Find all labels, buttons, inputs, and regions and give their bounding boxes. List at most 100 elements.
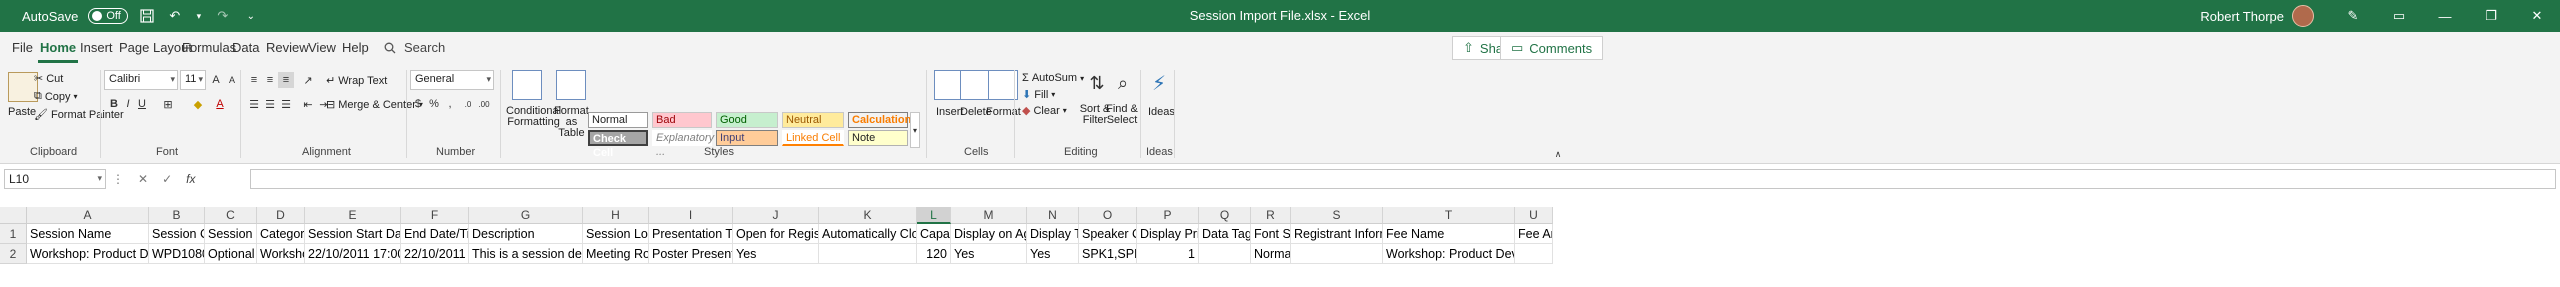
cell-i2[interactable]: Poster Presentation	[649, 244, 733, 264]
name-box[interactable]: L10 ▾	[4, 169, 106, 189]
row-header-2[interactable]: 2	[0, 244, 27, 264]
fill-button[interactable]: ⬇ Fill ▾	[1022, 88, 1055, 102]
decrease-font-icon[interactable]: A	[224, 72, 240, 88]
cell-r2[interactable]: Normal	[1251, 244, 1291, 264]
style-note[interactable]: Note	[848, 130, 908, 146]
align-bottom-icon[interactable]: ≡	[278, 72, 294, 88]
styles-scroll-icon[interactable]: ▾	[910, 112, 920, 148]
cell-i1[interactable]: Presentation Type	[649, 224, 733, 244]
close-icon[interactable]: ✕	[2514, 0, 2560, 32]
cell-s2[interactable]	[1291, 244, 1383, 264]
column-header-k[interactable]: K	[819, 207, 917, 224]
style-normal[interactable]: Normal	[588, 112, 648, 128]
cell-q2[interactable]	[1199, 244, 1251, 264]
increase-font-icon[interactable]: A	[208, 72, 224, 88]
column-header-d[interactable]: D	[257, 207, 305, 224]
cell-m2[interactable]: Yes	[951, 244, 1027, 264]
user-name[interactable]: Robert Thorpe	[2200, 9, 2284, 24]
format-as-table-icon[interactable]	[556, 70, 586, 100]
increase-decimal-icon[interactable]: .0	[460, 96, 476, 112]
column-header-q[interactable]: Q	[1199, 207, 1251, 224]
copy-button[interactable]: ⧉ Copy ▾	[34, 90, 78, 103]
style-bad[interactable]: Bad	[652, 112, 712, 128]
cell-q1[interactable]: Data Tag Code	[1199, 224, 1251, 244]
borders-icon[interactable]: ⊞	[160, 96, 176, 112]
column-header-p[interactable]: P	[1137, 207, 1199, 224]
cell-o2[interactable]: SPK1,SPK2	[1079, 244, 1137, 264]
customize-toolbar-icon[interactable]: ⌄	[242, 7, 260, 25]
insert-function-icon[interactable]: fx	[186, 172, 195, 186]
cell-f1[interactable]: End Date/Time	[401, 224, 469, 244]
cell-p1[interactable]: Display Priority	[1137, 224, 1199, 244]
style-check-cell[interactable]: Check Cell	[588, 130, 648, 159]
formula-input[interactable]	[250, 169, 2556, 189]
cell-u1[interactable]: Fee Am	[1515, 224, 1553, 244]
redo-icon[interactable]: ↷	[214, 7, 232, 25]
cell-r1[interactable]: Font Style	[1251, 224, 1291, 244]
cell-o1[interactable]: Speaker Code	[1079, 224, 1137, 244]
font-name-select[interactable]: Calibri ▾	[104, 70, 178, 90]
currency-icon[interactable]: $	[410, 96, 426, 112]
cell-c1[interactable]: Session Type	[205, 224, 257, 244]
cell-n2[interactable]: Yes	[1027, 244, 1079, 264]
column-header-f[interactable]: F	[401, 207, 469, 224]
conditional-formatting-icon[interactable]	[512, 70, 542, 100]
cell-h2[interactable]: Meeting Room	[583, 244, 649, 264]
cell-f2[interactable]: 22/10/2011 22:00	[401, 244, 469, 264]
tab-help[interactable]: Help	[342, 40, 369, 55]
cell-n1[interactable]: Display Time	[1027, 224, 1079, 244]
sort-filter-icon[interactable]: ⇅	[1084, 70, 1110, 96]
cell-e2[interactable]: 22/10/2011 17:00	[305, 244, 401, 264]
style-linked-cell[interactable]: Linked Cell	[782, 130, 844, 146]
tab-home[interactable]: Home	[37, 40, 79, 63]
column-header-s[interactable]: S	[1291, 207, 1383, 224]
comments-button[interactable]: ▭ Comments	[1500, 36, 1604, 60]
align-top-icon[interactable]: ≡	[246, 72, 262, 88]
cell-u2[interactable]	[1515, 244, 1553, 264]
cell-m1[interactable]: Display on Agenda	[951, 224, 1027, 244]
column-header-r[interactable]: R	[1251, 207, 1291, 224]
column-header-l[interactable]: L	[917, 207, 951, 224]
autosum-button[interactable]: Σ AutoSum ▾	[1022, 72, 1084, 84]
column-header-h[interactable]: H	[583, 207, 649, 224]
cell-j2[interactable]: Yes	[733, 244, 819, 264]
cell-k1[interactable]: Automatically Closes On	[819, 224, 917, 244]
row-header-1[interactable]: 1	[0, 224, 27, 244]
tab-insert[interactable]: Insert	[80, 40, 113, 55]
pen-icon[interactable]: ✎	[2330, 0, 2376, 32]
collapse-ribbon-icon[interactable]: ∧	[1550, 146, 1566, 162]
align-left-icon[interactable]: ☰	[246, 96, 262, 112]
find-select-button[interactable]: Find & Select	[1106, 104, 1138, 126]
column-header-m[interactable]: M	[951, 207, 1027, 224]
style-input[interactable]: Input	[716, 130, 778, 146]
tab-file[interactable]: File	[12, 40, 33, 55]
orientation-icon[interactable]: ↗	[300, 72, 316, 88]
wrap-text-button[interactable]: ↵ Wrap Text	[326, 74, 387, 88]
restore-icon[interactable]: ❐	[2468, 0, 2514, 32]
search-box[interactable]: Search	[384, 40, 445, 55]
find-icon[interactable]: ⌕	[1110, 70, 1136, 96]
minimize-icon[interactable]: —	[2422, 0, 2468, 32]
tab-view[interactable]: View	[308, 40, 336, 55]
tab-review[interactable]: Review	[266, 40, 309, 55]
cell-s1[interactable]: Registrant Information	[1291, 224, 1383, 244]
conditional-formatting-button[interactable]: Conditional Formatting	[506, 106, 561, 128]
cell-p2[interactable]: 1	[1137, 244, 1199, 264]
cell-g2[interactable]: This is a session description.	[469, 244, 583, 264]
cell-d1[interactable]: Category	[257, 224, 305, 244]
number-format-select[interactable]: General ▾	[410, 70, 494, 90]
cell-c2[interactable]: Optional	[205, 244, 257, 264]
autosave-toggle[interactable]: Off	[88, 8, 128, 24]
cell-a2[interactable]: Workshop: Product Development	[27, 244, 149, 264]
undo-icon[interactable]: ↶	[166, 7, 184, 25]
cell-d2[interactable]: Workshops	[257, 244, 305, 264]
cut-button[interactable]: ✂ Cut	[34, 72, 63, 86]
font-size-select[interactable]: 11 ▾	[180, 70, 206, 90]
column-header-o[interactable]: O	[1079, 207, 1137, 224]
enter-icon[interactable]: ✓	[162, 172, 172, 186]
column-header-t[interactable]: T	[1383, 207, 1515, 224]
tab-data[interactable]: Data	[232, 40, 259, 55]
style-explanatory[interactable]: Explanatory ...	[652, 130, 714, 158]
style-good[interactable]: Good	[716, 112, 778, 128]
align-center-icon[interactable]: ☰	[262, 96, 278, 112]
